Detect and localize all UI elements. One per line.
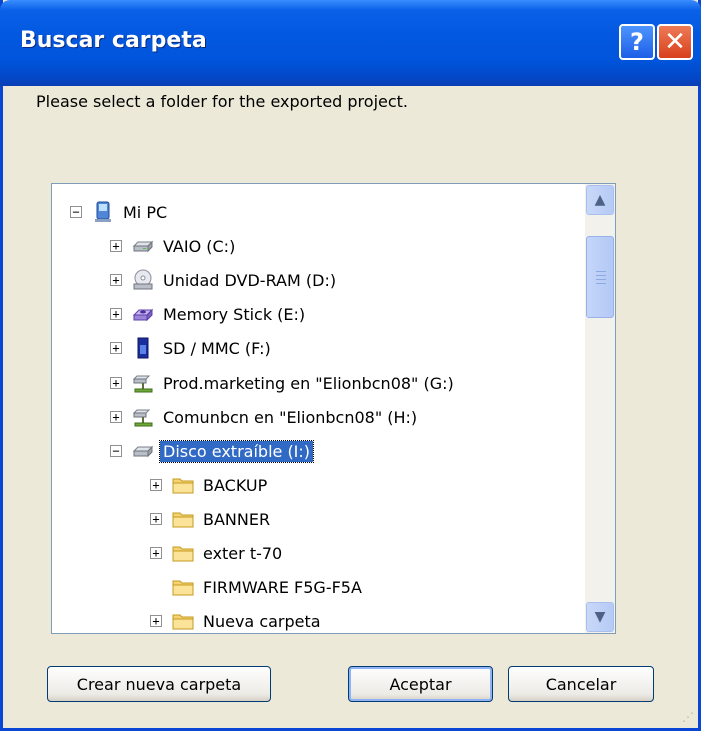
tree-item-label: Mi PC: [123, 202, 168, 222]
collapse-icon[interactable]: −: [70, 206, 82, 218]
vertical-scrollbar[interactable]: ▲ ▼: [585, 184, 615, 633]
expand-icon[interactable]: +: [110, 274, 122, 286]
help-button[interactable]: ?: [619, 24, 655, 60]
tree-item[interactable]: + SD / MMC (F:): [110, 331, 274, 365]
tree-item-label: Prod.marketing en "Elionbcn08" (G:): [163, 373, 454, 393]
tree-item-label: FIRMWARE F5G-F5A: [203, 577, 362, 597]
folder-icon: [172, 474, 194, 496]
tree-item-label: Disco extraíble (I:): [158, 439, 315, 463]
chevron-up-icon: ▲: [594, 192, 606, 208]
expand-icon[interactable]: +: [110, 240, 122, 252]
tree-item-label: Unidad DVD-RAM (D:): [163, 270, 337, 290]
close-button[interactable]: ✕: [657, 24, 693, 60]
expand-icon[interactable]: +: [110, 342, 122, 354]
title-bar[interactable]: Buscar carpeta ? ✕: [0, 0, 701, 86]
browse-folder-dialog: Buscar carpeta ? ✕ Please select a folde…: [0, 0, 701, 731]
cancel-button-label: Cancelar: [545, 674, 617, 694]
window-title: Buscar carpeta: [20, 28, 207, 53]
folder-icon: [172, 508, 194, 530]
tree-item-label: Nueva carpeta: [203, 611, 321, 631]
dvd-drive-icon: [132, 269, 154, 291]
computer-icon: [92, 201, 114, 223]
scroll-thumb[interactable]: [586, 236, 614, 318]
scroll-up-button[interactable]: ▲: [586, 185, 614, 215]
folder-icon: [172, 576, 194, 598]
tree-item[interactable]: − Mi PC: [70, 195, 170, 229]
new-folder-button-label: Crear nueva carpeta: [76, 674, 242, 694]
tree-item-label: Memory Stick (E:): [163, 304, 306, 324]
expand-icon[interactable]: +: [150, 615, 162, 627]
network-drive-icon: [132, 406, 154, 428]
tree-item[interactable]: + VAIO (C:): [110, 229, 238, 263]
sd-card-icon: [132, 337, 154, 359]
scroll-down-button[interactable]: ▼: [586, 602, 614, 632]
dialog-prompt: Please select a folder for the exported …: [36, 92, 409, 111]
tree-item[interactable]: + Nueva carpeta: [150, 604, 324, 633]
memory-stick-icon: [132, 303, 154, 325]
tree-item[interactable]: − Disco extraíble (I:): [110, 434, 315, 468]
tree-item-label: exter t-70: [203, 543, 283, 563]
folder-tree-items: − Mi PC + VAIO (C:) + Unidad DVD-RAM (D:) + Mem…: [52, 184, 586, 633]
new-folder-button[interactable]: Crear nueva carpeta: [47, 666, 271, 702]
tree-item-label: BANNER: [203, 509, 271, 529]
network-drive-icon: [132, 372, 154, 394]
tree-item[interactable]: + Memory Stick (E:): [110, 297, 308, 331]
tree-item[interactable]: FIRMWARE F5G-F5A: [150, 570, 365, 604]
folder-icon: [172, 542, 194, 564]
tree-item[interactable]: + BACKUP: [150, 468, 270, 502]
expand-icon[interactable]: +: [110, 308, 122, 320]
accept-button-label: Aceptar: [389, 674, 452, 694]
collapse-icon[interactable]: −: [110, 445, 122, 457]
removable-drive-icon: [132, 440, 154, 462]
resize-grip-icon[interactable]: ⋰: [682, 710, 694, 724]
folder-tree[interactable]: − Mi PC + VAIO (C:) + Unidad DVD-RAM (D:) + Mem…: [51, 183, 616, 634]
expand-icon[interactable]: +: [110, 377, 122, 389]
expand-icon[interactable]: +: [110, 411, 122, 423]
tree-item[interactable]: + Unidad DVD-RAM (D:): [110, 263, 339, 297]
close-icon: ✕: [664, 27, 686, 57]
tree-item-label: SD / MMC (F:): [163, 338, 271, 358]
expand-icon[interactable]: +: [150, 547, 162, 559]
expand-icon[interactable]: +: [150, 513, 162, 525]
tree-item-label: BACKUP: [203, 475, 268, 495]
tree-item[interactable]: + Prod.marketing en "Elionbcn08" (G:): [110, 366, 457, 400]
tree-item[interactable]: + BANNER: [150, 502, 273, 536]
tree-item-label: Comunbcn en "Elionbcn08" (H:): [163, 407, 418, 427]
expand-icon[interactable]: +: [150, 479, 162, 491]
cancel-button[interactable]: Cancelar: [508, 666, 654, 702]
hard-drive-icon: [132, 235, 154, 257]
tree-item[interactable]: + exter t-70: [150, 536, 285, 570]
tree-item-label: VAIO (C:): [163, 236, 236, 256]
help-icon: ?: [630, 28, 644, 56]
tree-item[interactable]: + Comunbcn en "Elionbcn08" (H:): [110, 400, 420, 434]
chevron-down-icon: ▼: [594, 609, 606, 625]
accept-button[interactable]: Aceptar: [348, 666, 493, 702]
folder-icon: [172, 610, 194, 632]
